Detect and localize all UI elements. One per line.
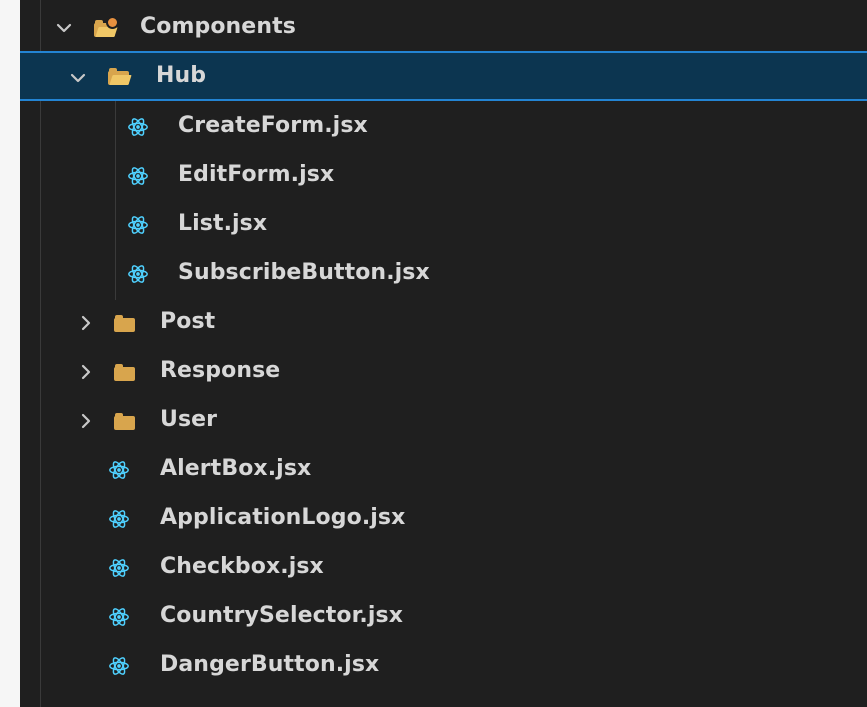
tree-file-countryselector[interactable]: CountrySelector.jsx bbox=[20, 593, 867, 641]
tree-item-label: List.jsx bbox=[178, 211, 268, 236]
react-icon bbox=[109, 559, 129, 577]
tree-folder-hub[interactable]: Hub bbox=[20, 51, 867, 101]
tree-item-label: DangerButton.jsx bbox=[160, 652, 380, 677]
tree-item-label: SubscribeButton.jsx bbox=[178, 260, 430, 285]
react-icon bbox=[128, 118, 148, 136]
tree-folder-post[interactable]: Post bbox=[20, 299, 867, 347]
tree-file-createform[interactable]: CreateForm.jsx bbox=[20, 103, 867, 151]
chevron-right-icon[interactable] bbox=[76, 411, 96, 431]
components-folder-icon bbox=[94, 18, 118, 37]
react-icon bbox=[128, 216, 148, 234]
file-explorer-panel: Components Hub CreateForm.jsx EditForm.j… bbox=[20, 0, 867, 707]
screenshot-viewport: Components Hub CreateForm.jsx EditForm.j… bbox=[0, 0, 867, 707]
folder-icon bbox=[114, 315, 135, 332]
react-icon bbox=[109, 608, 129, 626]
tree-file-list[interactable]: List.jsx bbox=[20, 201, 867, 249]
tree-item-label: CreateForm.jsx bbox=[178, 113, 368, 138]
tree-item-label: Components bbox=[140, 14, 296, 39]
tree-folder-response[interactable]: Response bbox=[20, 348, 867, 396]
tree-file-alertbox[interactable]: AlertBox.jsx bbox=[20, 446, 867, 494]
tree-file-editform[interactable]: EditForm.jsx bbox=[20, 152, 867, 200]
folder-icon bbox=[114, 413, 135, 430]
chevron-down-icon[interactable] bbox=[68, 68, 88, 88]
chevron-right-icon[interactable] bbox=[76, 313, 96, 333]
tree-item-label: Post bbox=[160, 309, 216, 334]
react-icon bbox=[128, 167, 148, 185]
react-icon bbox=[109, 657, 129, 675]
tree-item-label: ApplicationLogo.jsx bbox=[160, 505, 406, 530]
tree-item-label: CountrySelector.jsx bbox=[160, 603, 403, 628]
tree-folder-components[interactable]: Components bbox=[20, 4, 867, 52]
tree-file-checkbox[interactable]: Checkbox.jsx bbox=[20, 544, 867, 592]
tree-file-applicationlogo[interactable]: ApplicationLogo.jsx bbox=[20, 495, 867, 543]
chevron-right-icon[interactable] bbox=[76, 362, 96, 382]
tree-item-label: User bbox=[160, 407, 218, 432]
folder-icon bbox=[114, 364, 135, 381]
tree-item-label: AlertBox.jsx bbox=[160, 456, 312, 481]
tree-item-label: Hub bbox=[156, 63, 207, 88]
react-icon bbox=[109, 510, 129, 528]
tree-folder-user[interactable]: User bbox=[20, 397, 867, 445]
tree-item-label: Checkbox.jsx bbox=[160, 554, 324, 579]
tree-item-label: Response bbox=[160, 358, 281, 383]
chevron-down-icon[interactable] bbox=[54, 18, 74, 38]
tree-file-subscribebutton[interactable]: SubscribeButton.jsx bbox=[20, 250, 867, 298]
folder-open-icon bbox=[108, 68, 132, 85]
react-icon bbox=[128, 265, 148, 283]
react-icon bbox=[109, 461, 129, 479]
tree-file-dangerbutton[interactable]: DangerButton.jsx bbox=[20, 642, 867, 690]
tree-item-label: EditForm.jsx bbox=[178, 162, 335, 187]
